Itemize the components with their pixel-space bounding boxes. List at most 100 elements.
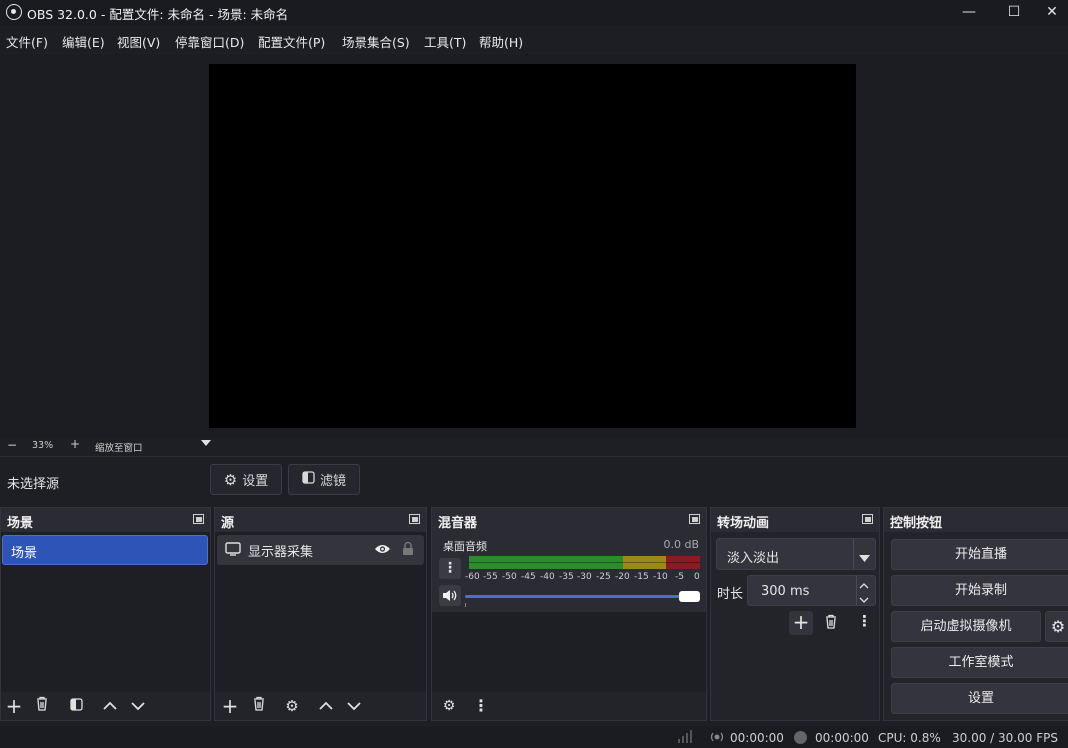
transitions-dock-title: 转场动画: [717, 516, 770, 531]
source-settings-button[interactable]: ⚙ 设置: [210, 464, 282, 495]
start-streaming-button[interactable]: 开始直播: [891, 539, 1068, 570]
start-recording-button[interactable]: 开始录制: [891, 575, 1068, 606]
stream-timer: 00:00:00: [730, 731, 784, 745]
menu-scene-collection[interactable]: 场景集合(S): [342, 32, 410, 51]
mixer-menu-button[interactable]: ⋮: [470, 696, 492, 716]
source-item-label: 显示器采集: [248, 545, 314, 560]
duration-up-button[interactable]: [859, 579, 869, 594]
mixer-dock: 混音器 桌面音频 0.0 dB ⋮ -60 -55 -50 -45 -40 -3…: [431, 507, 707, 721]
mixer-empty-area: [432, 612, 706, 692]
scene-filters-button[interactable]: [65, 696, 87, 716]
menu-docks[interactable]: 停靠窗口(D): [175, 32, 244, 51]
source-item[interactable]: 显示器采集: [217, 535, 424, 565]
menu-help[interactable]: 帮助(H): [479, 32, 523, 51]
duration-down-button[interactable]: [859, 593, 869, 608]
move-scene-up-button[interactable]: [99, 696, 121, 716]
close-button[interactable]: ✕: [1036, 0, 1068, 26]
network-strength-icon: [677, 729, 693, 746]
sources-list: 显示器采集: [215, 532, 426, 692]
menu-file[interactable]: 文件(F): [6, 32, 48, 51]
settings-button[interactable]: 设置: [891, 683, 1068, 714]
zoom-out-button[interactable]: −: [7, 438, 17, 452]
controls-dock-header: 控制按钮: [884, 508, 1068, 532]
menu-tools[interactable]: 工具(T): [424, 32, 466, 51]
add-source-button[interactable]: +: [219, 696, 241, 716]
source-filters-button[interactable]: 滤镜: [288, 464, 360, 495]
record-timer: 00:00:00: [815, 731, 869, 745]
duration-value: 300 ms: [761, 584, 810, 599]
source-settings-label: 设置: [242, 474, 269, 489]
volume-slider-fill: [465, 595, 689, 598]
move-source-up-button[interactable]: [315, 696, 337, 716]
mixer-dock-title: 混音器: [438, 516, 478, 531]
tick-label: -30: [577, 572, 592, 582]
remove-transition-button[interactable]: [824, 614, 838, 633]
scene-item[interactable]: 场景: [2, 535, 208, 565]
add-scene-button[interactable]: +: [3, 696, 25, 716]
scenes-dock-header: 场景: [1, 508, 210, 532]
transition-select[interactable]: 淡入淡出: [716, 538, 876, 570]
zoom-dropdown-icon[interactable]: [201, 439, 211, 450]
undock-icon[interactable]: [862, 514, 873, 524]
gear-icon: ⚙: [1050, 617, 1066, 636]
selected-source-status: 未选择源: [7, 477, 60, 492]
filter-icon: [69, 698, 83, 711]
trash-icon: [254, 696, 264, 711]
move-scene-down-button[interactable]: [127, 696, 149, 716]
virtual-camera-settings-button[interactable]: ⚙: [1045, 611, 1068, 642]
menu-view[interactable]: 视图(V): [117, 32, 160, 51]
transition-select-value: 淡入淡出: [727, 551, 780, 566]
mixer-toolbar: ⚙ ⋮: [432, 692, 706, 720]
transition-menu-button[interactable]: ⋮: [857, 612, 872, 630]
tick-label: -50: [502, 572, 517, 582]
maximize-button[interactable]: ☐: [991, 0, 1037, 26]
undock-icon[interactable]: [409, 514, 420, 524]
mute-button[interactable]: [439, 585, 461, 606]
sources-dock-header: 源: [215, 508, 426, 532]
studio-mode-button[interactable]: 工作室模式: [891, 647, 1068, 678]
kebab-menu-icon: ⋮: [857, 612, 872, 630]
track-level: 0.0 dB: [663, 538, 699, 551]
obs-logo-icon: [6, 4, 22, 20]
menu-edit[interactable]: 编辑(E): [62, 32, 105, 51]
move-source-down-button[interactable]: [343, 696, 365, 716]
tick-label: -35: [559, 572, 574, 582]
tick-label: -45: [521, 572, 536, 582]
volume-slider-handle[interactable]: [679, 591, 700, 602]
trash-icon: [826, 614, 836, 629]
gear-icon: ⚙: [223, 470, 238, 489]
remove-source-button[interactable]: [248, 696, 270, 716]
lock-icon[interactable]: [402, 541, 414, 560]
advanced-audio-button[interactable]: ⚙: [438, 696, 460, 716]
scenes-dock-title: 场景: [7, 516, 34, 531]
sources-dock-title: 源: [221, 516, 235, 531]
chevron-up-icon: [319, 701, 333, 710]
mixer-track: 桌面音频 0.0 dB ⋮ -60 -55 -50 -45 -40 -35 -3…: [432, 532, 706, 612]
duration-input[interactable]: 300 ms: [747, 575, 876, 606]
chevron-up-icon: [103, 701, 117, 710]
zoom-value: 33%: [32, 440, 54, 451]
chevron-down-icon: [131, 702, 145, 711]
track-menu-button[interactable]: ⋮: [439, 558, 461, 579]
scenes-dock: 场景 场景 +: [0, 507, 211, 721]
undock-icon[interactable]: [193, 514, 204, 524]
transitions-dock: 转场动画 淡入淡出 时长 300 ms + ⋮: [710, 507, 880, 721]
minimize-button[interactable]: —: [946, 0, 992, 26]
preview-canvas[interactable]: [209, 64, 856, 428]
undock-icon[interactable]: [689, 514, 700, 524]
source-toolbar: 未选择源: [0, 456, 1068, 504]
zoom-mode[interactable]: 缩放至窗口: [95, 440, 143, 454]
title-bar: OBS 32.0.0 - 配置文件: 未命名 - 场景: 未命名 — ☐ ✕: [0, 0, 1068, 26]
tick-label: -15: [634, 572, 649, 582]
eye-icon[interactable]: [374, 543, 391, 559]
scenes-toolbar: +: [1, 692, 210, 720]
streaming-icon: [709, 730, 725, 747]
source-properties-button[interactable]: ⚙: [281, 696, 303, 716]
cpu-usage: CPU: 0.8%: [878, 731, 941, 745]
add-transition-button[interactable]: +: [789, 611, 813, 635]
remove-scene-button[interactable]: [31, 696, 53, 716]
start-virtual-camera-button[interactable]: 启动虚拟摄像机: [891, 611, 1041, 642]
zoom-in-button[interactable]: +: [70, 437, 80, 451]
menu-profile[interactable]: 配置文件(P): [258, 32, 325, 51]
volume-slider[interactable]: [465, 591, 702, 603]
